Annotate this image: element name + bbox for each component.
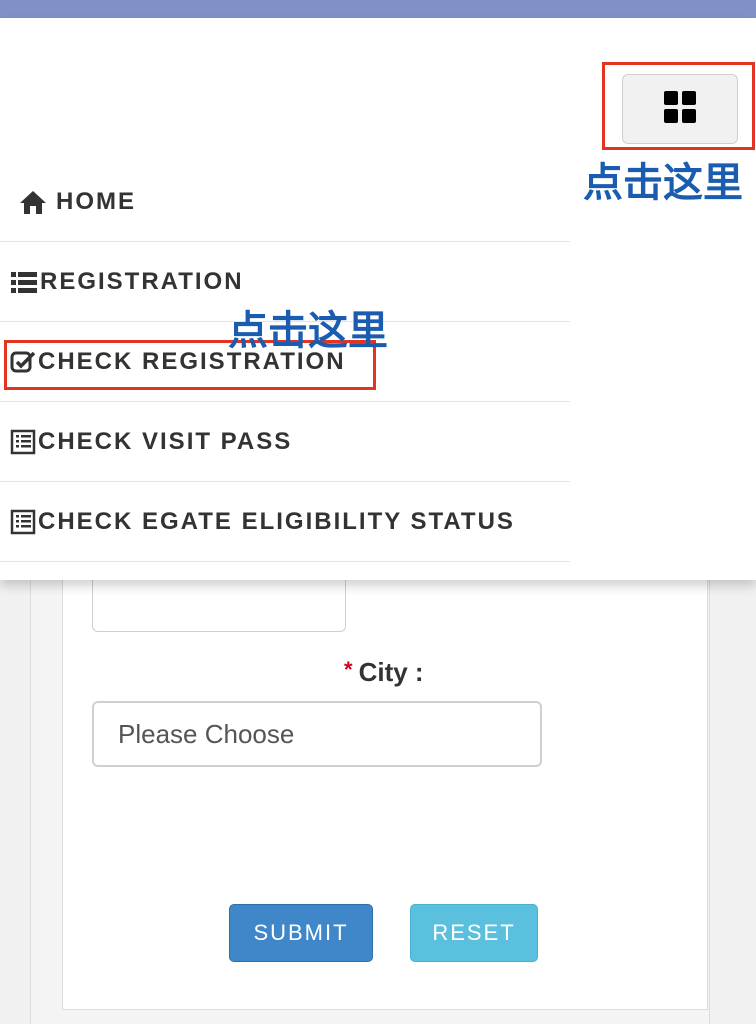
nav-item-label: REGISTRATION <box>40 267 244 295</box>
nav-item-label: CHECK VISIT PASS <box>38 427 293 455</box>
reset-button[interactable]: RESET <box>410 904 538 962</box>
document-list-icon <box>10 509 36 535</box>
top-bar <box>0 0 756 18</box>
nav-item-label: HOME <box>56 187 136 215</box>
check-registration-hint-annotation: 点击这里 <box>228 308 388 354</box>
city-label: * City : <box>344 657 424 688</box>
city-select-placeholder: Please Choose <box>118 718 295 749</box>
nav-item-label: CHECK EGATE ELIGIBILITY STATUS <box>38 507 515 535</box>
nav-item-check-egate-eligibility[interactable]: CHECK EGATE ELIGIBILITY STATUS <box>0 482 570 562</box>
list-icon <box>10 270 38 294</box>
home-icon <box>18 189 48 215</box>
nav-dropdown-panel: 点击这里 HOME REGISTRATION CHECK REGISTRATIO… <box>0 18 756 580</box>
submit-button[interactable]: SUBMIT <box>229 904 373 962</box>
toggle-hint-annotation: 点击这里 <box>583 160 743 206</box>
required-marker: * <box>344 657 353 682</box>
nav-item-check-visit-pass[interactable]: CHECK VISIT PASS <box>0 402 570 482</box>
document-list-icon <box>10 429 36 455</box>
city-label-text: City : <box>358 657 424 687</box>
nav-item-home[interactable]: HOME <box>0 162 570 242</box>
toggle-highlight-box <box>602 62 755 150</box>
city-select[interactable]: Please Choose <box>92 701 542 767</box>
